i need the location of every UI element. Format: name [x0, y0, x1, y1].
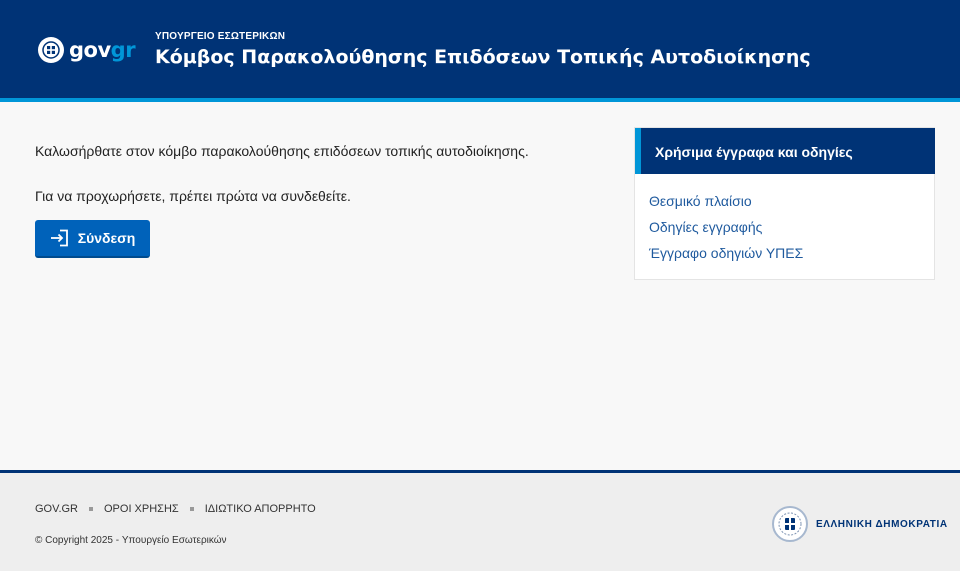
greek-emblem-icon [38, 37, 64, 63]
site-header: govgr ΥΠΟΥΡΓΕΙΟ ΕΣΩΤΕΡΙΚΩΝ Κόμβος Παρακο… [0, 0, 960, 98]
footer-link-govgr[interactable]: GOV.GR [35, 503, 78, 515]
useful-documents-panel: Χρήσιμα έγγραφα και οδηγίες Θεσμικό πλαί… [634, 127, 935, 280]
logo-text: govgr [69, 38, 136, 62]
link-legal-framework[interactable]: Θεσμικό πλαίσιο [649, 193, 752, 209]
logo-prefix: gov [69, 38, 111, 62]
link-registration-guide[interactable]: Οδηγίες εγγραφής [649, 219, 762, 235]
hellenic-seal-icon [772, 506, 808, 542]
login-prompt-text: Για να προχωρήσετε, πρέπει πρώτα να συνδ… [35, 188, 351, 204]
panel-title: Χρήσιμα έγγραφα και οδηγίες [655, 144, 853, 160]
govgr-logo[interactable]: govgr [38, 37, 136, 63]
footer-link-privacy[interactable]: ΙΔΙΩΤΙΚΟ ΑΠΟΡΡΗΤΟ [205, 503, 316, 515]
login-icon [50, 229, 68, 247]
link-ypes-guidelines[interactable]: Έγγραφο οδηγιών ΥΠΕΣ [649, 245, 803, 261]
logo-suffix: gr [110, 38, 136, 62]
separator-dot [89, 507, 93, 511]
header-accent-strip [0, 98, 960, 102]
welcome-text: Καλωσήρθατε στον κόμβο παρακολούθησης επ… [35, 143, 529, 159]
login-button[interactable]: Σύνδεση [35, 220, 150, 258]
site-footer: GOV.GR ΟΡΟΙ ΧΡΗΣΗΣ ΙΔΙΩΤΙΚΟ ΑΠΟΡΡΗΤΟ © C… [0, 473, 960, 571]
panel-header: Χρήσιμα έγγραφα και οδηγίες [635, 128, 935, 174]
copyright-text: © Copyright 2025 - Υπουργείο Εσωτερικών [35, 535, 227, 546]
hellenic-republic-logo[interactable]: ΕΛΛΗΝΙΚΗ ΔΗΜΟΚΡΑΤΙΑ [772, 506, 948, 542]
ministry-name: ΥΠΟΥΡΓΕΙΟ ΕΣΩΤΕΡΙΚΩΝ [155, 31, 286, 42]
hellenic-republic-text: ΕΛΛΗΝΙΚΗ ΔΗΜΟΚΡΑΤΙΑ [816, 518, 948, 530]
footer-link-terms[interactable]: ΟΡΟΙ ΧΡΗΣΗΣ [104, 503, 179, 515]
site-title: Κόμβος Παρακολούθησης Επιδόσεων Τοπικής … [155, 46, 811, 68]
separator-dot [189, 507, 194, 511]
footer-links: GOV.GR ΟΡΟΙ ΧΡΗΣΗΣ ΙΔΙΩΤΙΚΟ ΑΠΟΡΡΗΤΟ [35, 503, 316, 515]
login-button-label: Σύνδεση [77, 230, 136, 246]
